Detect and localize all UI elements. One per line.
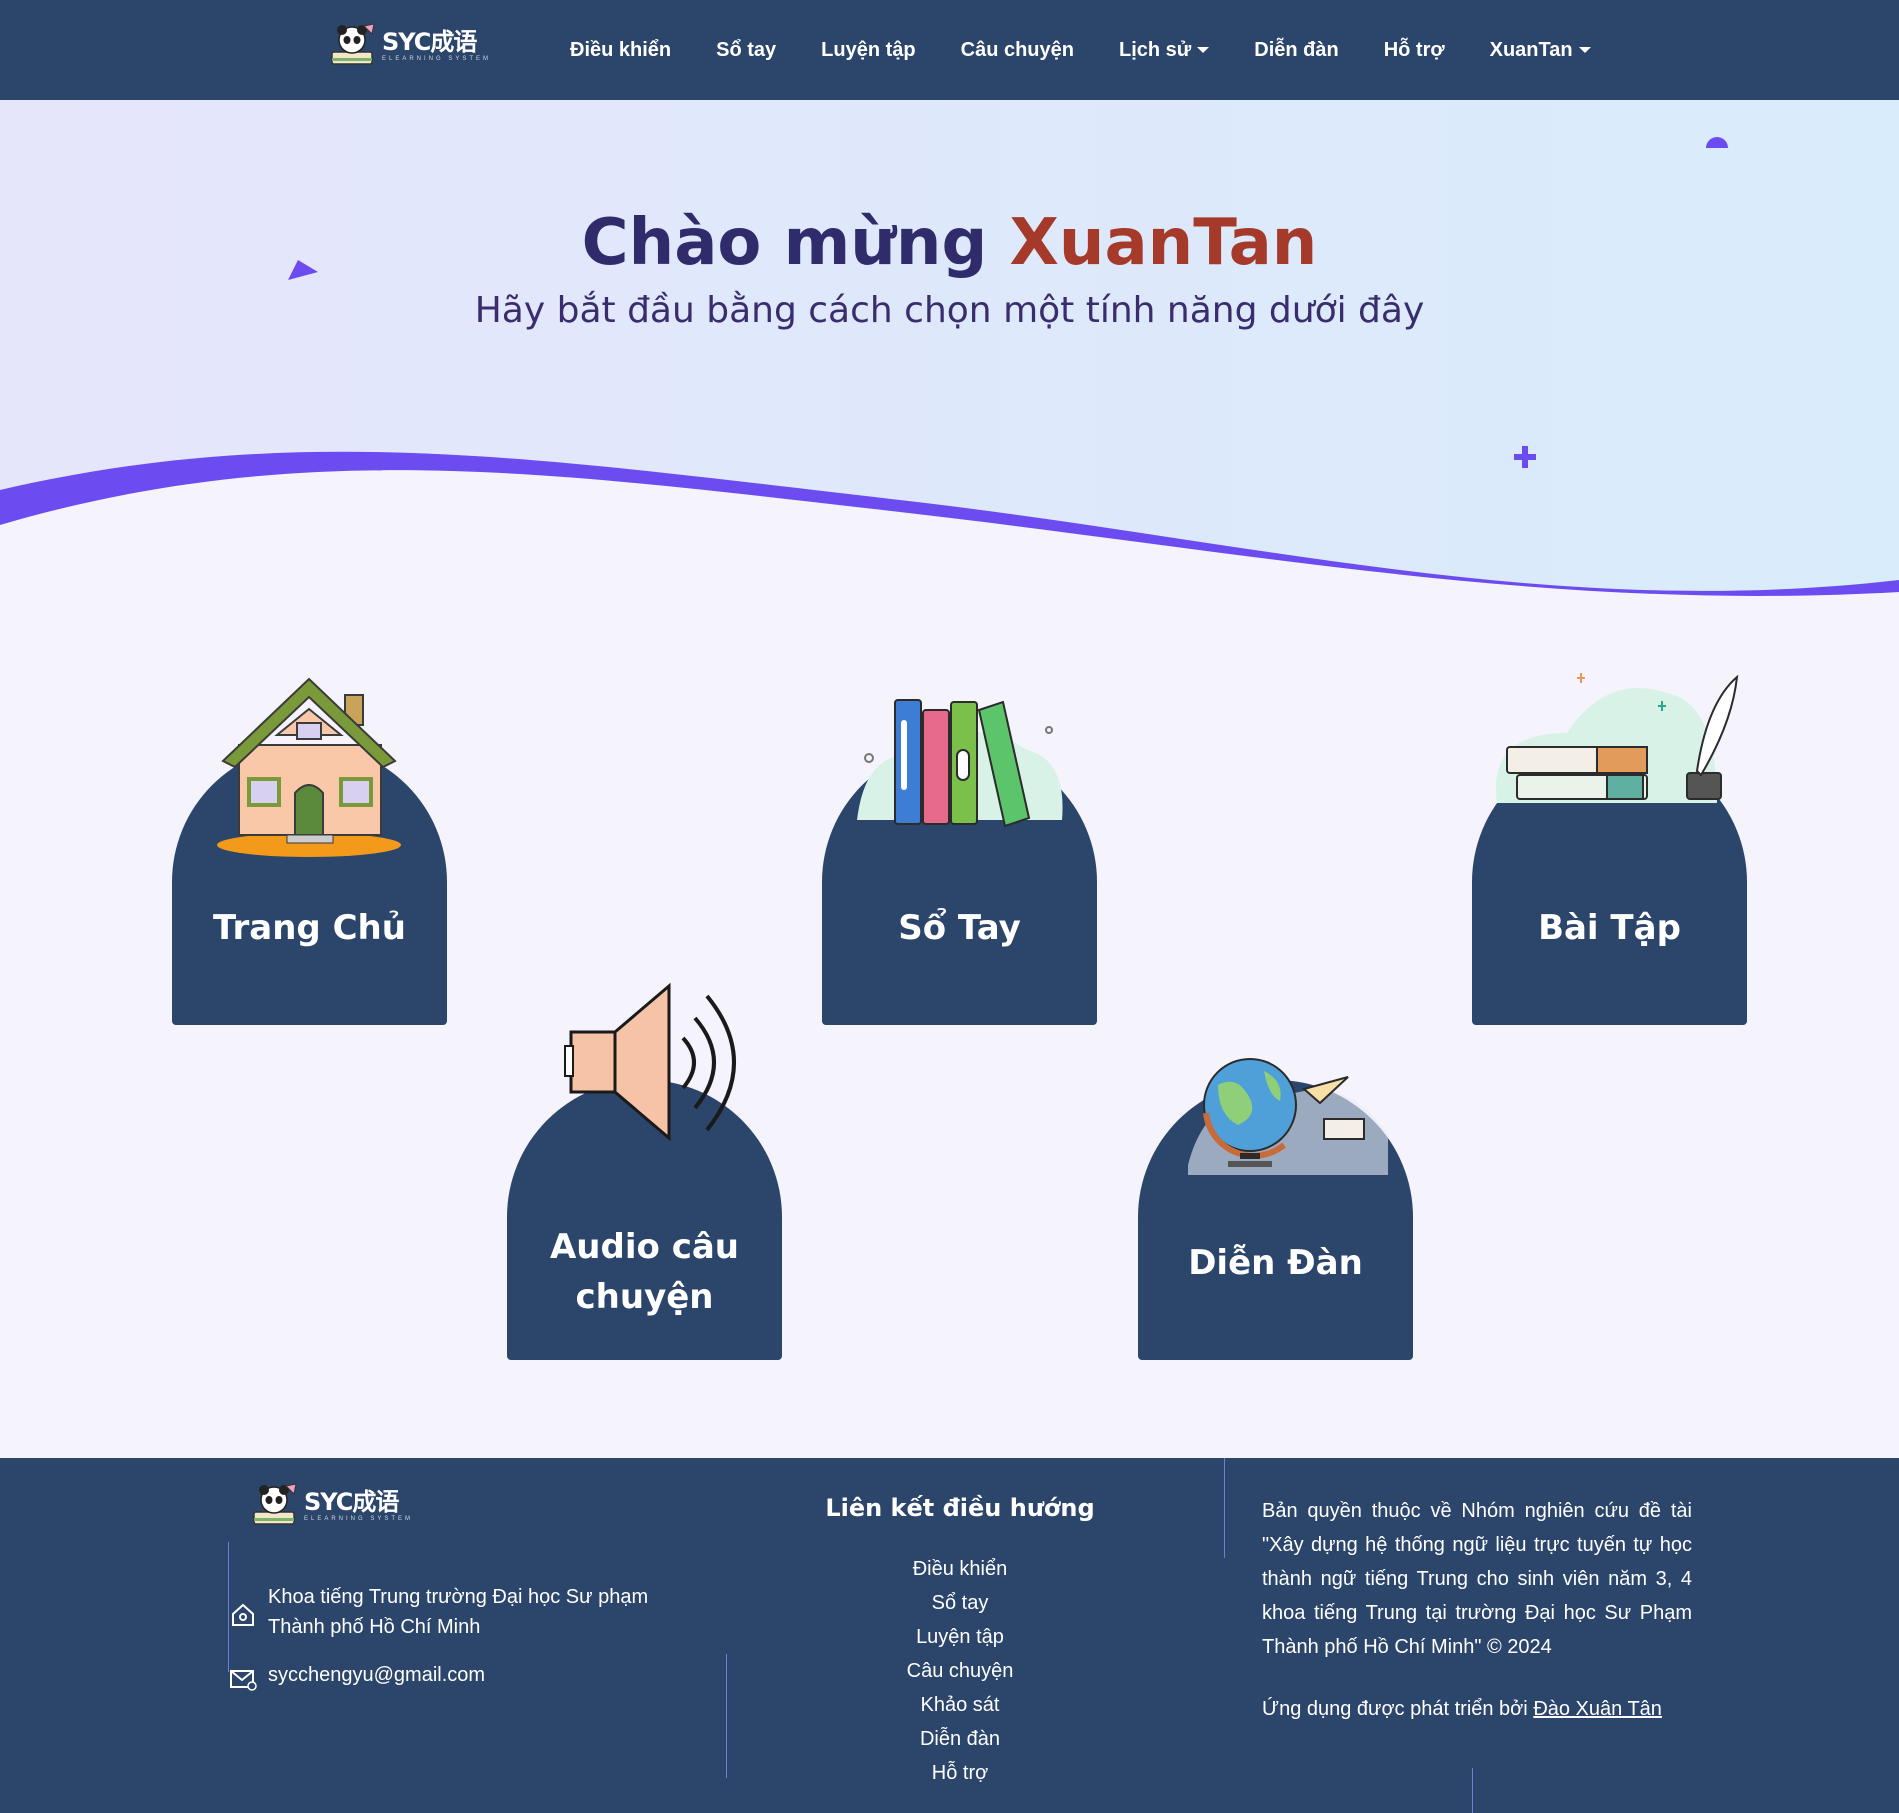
footer-address: Khoa tiếng Trung trường Đại học Sư phạm … bbox=[268, 1586, 649, 1638]
hero-subtitle: Hãy bắt đầu bằng cách chọn một tính năng… bbox=[474, 290, 1425, 331]
feature-card-so-tay[interactable]: Sổ Tay bbox=[822, 699, 1097, 1025]
feature-card-bai-tap[interactable]: Bài Tập bbox=[1472, 673, 1747, 1025]
nav-link-dieu-khien[interactable]: Điều khiển bbox=[570, 39, 671, 62]
caret-down-icon bbox=[1197, 47, 1210, 53]
divider bbox=[228, 1542, 229, 1672]
house-icon bbox=[217, 677, 401, 857]
footer-developer-credit: Ứng dụng được phát triển bởi Đào Xuân Tâ… bbox=[1262, 1698, 1662, 1721]
footer: SYC成语 ELEARNING SYSTEM Khoa tiếng Trung … bbox=[0, 1458, 1899, 1813]
footer-brand-tagline: ELEARNING SYSTEM bbox=[304, 1516, 414, 1522]
nav-menu: Điều khiển Sổ tay Luyện tập Câu chuyện L… bbox=[570, 0, 1636, 100]
nav-link-dien-dan[interactable]: Diễn đàn bbox=[1254, 39, 1338, 62]
books-icon bbox=[857, 699, 1063, 828]
speaker-icon bbox=[564, 982, 736, 1142]
footer-link-luyen-tap[interactable]: Luyện tập bbox=[800, 1620, 1120, 1654]
hero-wave-decoration bbox=[0, 137, 1899, 610]
caret-down-icon bbox=[1578, 47, 1591, 53]
footer-link-so-tay[interactable]: Sổ tay bbox=[800, 1586, 1120, 1620]
footer-nav-title: Liên kết điều hướng bbox=[825, 1494, 1095, 1522]
footer-link-dieu-khien[interactable]: Điều khiển bbox=[800, 1552, 1120, 1586]
nav-link-cau-chuyen[interactable]: Câu chuyện bbox=[961, 39, 1074, 62]
brand-name: SYC成语 bbox=[382, 28, 477, 56]
nav-link-luyen-tap[interactable]: Luyện tập bbox=[821, 39, 915, 62]
footer-nav-list: Điều khiển Sổ tay Luyện tập Câu chuyện K… bbox=[800, 1552, 1120, 1790]
site-logo[interactable]: SYC成语 ELEARNING SYSTEM bbox=[328, 22, 491, 70]
feature-card-audio-cau-chuyen[interactable]: Audio câu chuyện bbox=[507, 982, 782, 1360]
panda-mascot-icon bbox=[331, 23, 375, 65]
divider bbox=[1224, 1458, 1225, 1558]
footer-email[interactable]: sycchengyu@gmail.com bbox=[268, 1664, 485, 1687]
footer-link-ho-tro[interactable]: Hỗ trợ bbox=[800, 1756, 1120, 1790]
footer-logo[interactable]: SYC成语 ELEARNING SYSTEM bbox=[250, 1482, 413, 1530]
home-location-icon bbox=[232, 1603, 254, 1626]
nav-link-so-tay[interactable]: Sổ tay bbox=[716, 39, 776, 62]
footer-brand-name: SYC成语 bbox=[304, 1488, 399, 1516]
nav-link-ho-tro[interactable]: Hỗ trợ bbox=[1384, 39, 1445, 62]
brand-tagline: ELEARNING SYSTEM bbox=[382, 56, 492, 62]
footer-link-khao-sat[interactable]: Khảo sát bbox=[800, 1688, 1120, 1722]
greeting-text: Chào mừng bbox=[581, 206, 988, 280]
card-label: Bài Tập bbox=[1538, 908, 1681, 948]
navbar: SYC成语 ELEARNING SYSTEM Điều khiển Sổ tay… bbox=[0, 0, 1899, 100]
footer-copyright: Bản quyền thuộc về Nhóm nghiên cứu đề tà… bbox=[1262, 1500, 1692, 1658]
card-label: Diễn Đàn bbox=[1188, 1243, 1363, 1283]
globe-icon bbox=[1188, 1058, 1388, 1175]
nav-dropdown-lich-su[interactable]: Lịch sử bbox=[1119, 39, 1210, 62]
hero-title: Chào mừng XuanTan bbox=[0, 206, 1899, 280]
card-label: Trang Chủ bbox=[213, 908, 406, 948]
card-label: Audio câu chuyện bbox=[549, 1227, 739, 1317]
username-text: XuanTan bbox=[1009, 206, 1318, 280]
study-books-quill-icon bbox=[1495, 673, 1739, 803]
footer-link-dien-dan[interactable]: Diễn đàn bbox=[800, 1722, 1120, 1756]
footer-link-cau-chuyen[interactable]: Câu chuyện bbox=[800, 1654, 1120, 1688]
feature-card-dien-dan[interactable]: Diễn Đàn bbox=[1138, 1058, 1413, 1360]
panda-mascot-icon bbox=[253, 1483, 297, 1525]
divider bbox=[1472, 1768, 1473, 1813]
developer-credit-text: Ứng dụng được phát triển bởi bbox=[1262, 1698, 1528, 1720]
developer-link[interactable]: Đào Xuân Tân bbox=[1533, 1698, 1662, 1720]
feature-card-trang-chu[interactable]: Trang Chủ bbox=[172, 677, 447, 1025]
email-icon bbox=[230, 1670, 257, 1691]
divider bbox=[726, 1654, 727, 1778]
hero-banner: Chào mừng XuanTan Hãy bắt đầu bằng cách … bbox=[0, 100, 1899, 610]
card-label: Sổ Tay bbox=[898, 908, 1021, 948]
nav-user-menu[interactable]: XuanTan bbox=[1490, 39, 1591, 62]
